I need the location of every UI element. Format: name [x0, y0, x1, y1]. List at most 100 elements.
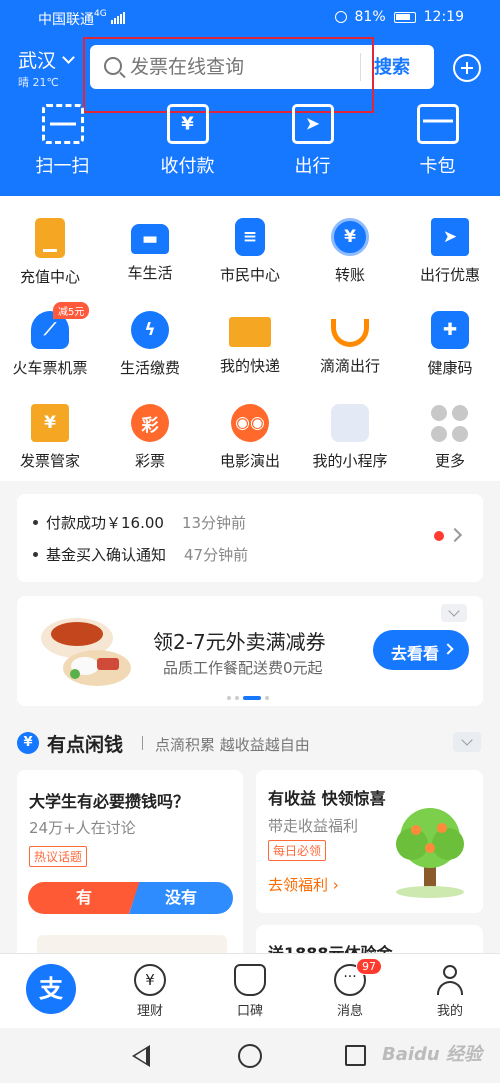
tab-label: 我的 [436, 1004, 463, 1019]
section-collapse-icon[interactable] [453, 732, 481, 752]
system-nav-bar: Baidu 经验 [0, 1028, 500, 1083]
profile-icon [434, 964, 466, 996]
scan-button[interactable]: 扫一扫 [0, 104, 125, 178]
grid-label: 滴滴出行 [319, 357, 380, 375]
grid-label: 转账 [334, 266, 365, 284]
chevron-right-icon [442, 643, 454, 655]
grid-label: 生活缴费 [119, 359, 180, 377]
message-count-badge: 97 [356, 958, 382, 975]
search-button[interactable]: 搜索 [374, 53, 410, 79]
home-icon[interactable] [238, 1044, 262, 1068]
earnings-subtitle: 带走收益福利 [268, 817, 359, 835]
scan-icon [41, 104, 84, 144]
grid-item-more[interactable]: 更多 [400, 404, 500, 471]
section-subtitle: 点滴积累 越收益越自由 [155, 736, 310, 754]
notification-item[interactable]: 基金买入确认通知 47分钟前 [33, 544, 248, 565]
collapse-toggle-icon[interactable] [441, 604, 467, 622]
grid-label: 出行优惠 [419, 266, 480, 284]
notification-card[interactable]: 付款成功￥16.00 13分钟前 基金买入确认通知 47分钟前 [17, 494, 483, 582]
grid-item-car[interactable]: ▬ 车生活 [100, 218, 200, 287]
pay-receive-button[interactable]: ¥ 收付款 [125, 104, 250, 178]
travel-button[interactable]: ➤ 出行 [250, 104, 375, 178]
notification-item[interactable]: 付款成功￥16.00 13分钟前 [33, 512, 246, 533]
promo-banner[interactable]: 领2-7元外卖满减券 品质工作餐配送费0元起 去看看 [17, 596, 483, 706]
grid-label: 健康码 [427, 359, 473, 377]
food-image [41, 618, 131, 686]
grid-item-citizen[interactable]: ≡ 市民中心 [200, 218, 300, 287]
tab-wealth[interactable]: ¥ 理财 [100, 954, 200, 1019]
vote-yes-button[interactable]: 有 [28, 882, 140, 914]
promo-go-button[interactable]: 去看看 [373, 630, 469, 670]
tab-profile[interactable]: 我的 [400, 954, 500, 1019]
grid-item-health-code[interactable]: ✚ 健康码 [400, 311, 500, 378]
bottom-tab-bar: 支 ¥ 理财 口碑 ··· 消息 97 我的 [0, 953, 500, 1028]
grid-label: 市民中心 [219, 266, 280, 284]
citizen-icon: ≡ [235, 218, 265, 256]
invoice-icon: ¥ [31, 404, 69, 442]
back-icon[interactable] [132, 1045, 150, 1067]
chevron-right-icon[interactable] [447, 527, 463, 543]
earnings-card[interactable]: 有收益 快领惊喜 带走收益福利 每日必领 去领福利 › [256, 770, 483, 913]
grid-item-invoice[interactable]: ¥ 发票管家 [0, 404, 100, 471]
grid-label: 我的快递 [219, 357, 280, 375]
section-divider [142, 736, 143, 750]
grid-label: 更多 [434, 452, 465, 470]
mini-program-icon [331, 404, 369, 442]
grid-item-recharge[interactable]: 充值中心 [0, 218, 100, 287]
tab-messages[interactable]: ··· 消息 [300, 954, 400, 1019]
grid-item-movie[interactable]: ◉◉ 电影演出 [200, 404, 300, 471]
grid-item-travel-deals[interactable]: ➤ 出行优惠 [400, 218, 500, 287]
didi-icon [331, 319, 369, 347]
claim-benefits-link[interactable]: 去领福利 › [268, 874, 339, 895]
vote-no-button[interactable]: 没有 [129, 882, 233, 914]
alarm-icon [334, 11, 347, 23]
tab-label: 消息 [336, 1004, 363, 1019]
hot-topic-tag: 热议话题 [29, 846, 88, 867]
battery-percent: 81% [354, 9, 386, 25]
promo-title: 领2-7元外卖满减券 [153, 630, 326, 654]
card-wallet-icon [416, 104, 459, 144]
top-actions: 扫一扫 ¥ 收付款 ➤ 出行 卡包 [0, 104, 500, 178]
grid-item-didi[interactable]: 滴滴出行 [300, 311, 400, 378]
scan-label: 扫一扫 [35, 156, 90, 177]
grid-label: 彩票 [134, 452, 165, 470]
travel-label: 出行 [294, 156, 331, 177]
unread-dot [434, 531, 444, 541]
more-icon [431, 404, 469, 442]
discussion-question: 大学生有必要攒钱吗？ [29, 792, 190, 811]
wealth-icon: ¥ [134, 964, 166, 996]
card-wallet-label: 卡包 [419, 156, 456, 177]
phone-recharge-icon [35, 218, 65, 258]
card-wallet-button[interactable]: 卡包 [375, 104, 500, 178]
grid-item-lottery[interactable]: 彩 彩票 [100, 404, 200, 471]
status-bar: 中国联通4G 81% 12:19 [0, 0, 500, 36]
chevron-down-icon [62, 51, 75, 64]
grid-label: 电影演出 [219, 452, 280, 470]
tab-label: 口碑 [236, 1004, 263, 1019]
grid-item-train[interactable]: ⟋ 减5元 火车票机票 [0, 302, 100, 378]
grid-item-mini-program[interactable]: 我的小程序 [300, 404, 400, 471]
app-grid: 充值中心 ▬ 车生活 ≡ 市民中心 ¥ 转账 ➤ 出行优惠 ⟋ 减5元 火车票机… [0, 196, 500, 481]
signal-icon [110, 12, 125, 24]
grid-label: 火车票机票 [12, 359, 88, 377]
grid-item-utility[interactable]: ϟ 生活缴费 [100, 311, 200, 378]
section-title: 有点闲钱 [47, 734, 124, 756]
transfer-icon: ¥ [331, 218, 369, 256]
pay-receive-label: 收付款 [160, 156, 215, 177]
carousel-dots [227, 696, 269, 700]
city-selector[interactable]: 武汉 [18, 46, 75, 73]
tab-koubei[interactable]: 口碑 [200, 954, 300, 1019]
gift-icon: ➤ [431, 218, 469, 256]
tab-label: 理财 [136, 1004, 163, 1019]
grid-label: 车生活 [127, 264, 173, 282]
grid-label: 发票管家 [19, 452, 80, 470]
discussion-card[interactable]: 大学生有必要攒钱吗？ 24万+人在讨论 热议话题 有 没有 [17, 770, 243, 970]
grid-item-transfer[interactable]: ¥ 转账 [300, 218, 400, 287]
koubei-icon [234, 964, 266, 996]
alipay-home-icon[interactable]: 支 [26, 964, 76, 1014]
grid-item-delivery[interactable]: 我的快递 [200, 311, 300, 378]
recent-apps-icon[interactable] [345, 1045, 366, 1066]
add-plus-icon[interactable] [453, 54, 481, 82]
grid-label: 我的小程序 [312, 452, 388, 470]
travel-icon: ➤ [291, 104, 334, 144]
